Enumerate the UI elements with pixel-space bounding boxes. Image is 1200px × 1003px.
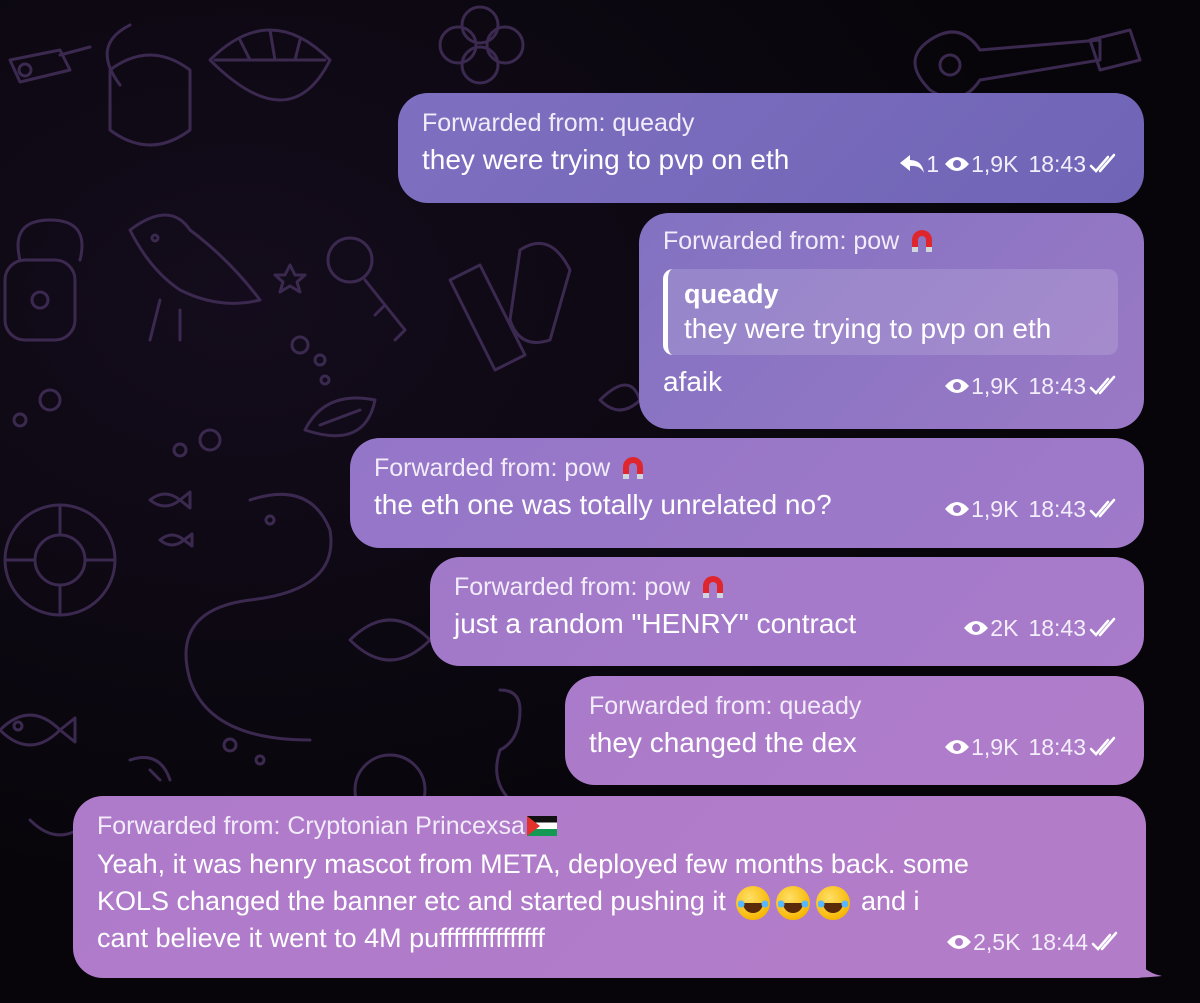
message-text: they changed the dex xyxy=(589,727,857,758)
message-meta: 1,9K 18:43 xyxy=(943,494,1118,524)
double-check-icon xyxy=(1089,498,1116,518)
message-text: just a random "HENRY" contract xyxy=(454,608,857,639)
message-text-line-2: KOLS changed the banner etc and started … xyxy=(97,883,1120,920)
forwarded-from-label[interactable]: Forwarded from: pow xyxy=(374,452,1118,484)
view-count: 1,9K xyxy=(971,151,1019,177)
message-bubble-4[interactable]: Forwarded from: pow just a random "HENRY… xyxy=(430,557,1144,666)
message-time: 18:43 xyxy=(1028,734,1086,760)
tears-of-joy-emoji-icon xyxy=(736,885,771,920)
double-check-icon xyxy=(1091,931,1118,951)
magnet-emoji-icon xyxy=(623,457,644,479)
quote-text: they were trying to pvp on eth xyxy=(684,313,1052,344)
eye-icon xyxy=(945,157,970,171)
eye-icon xyxy=(945,379,970,393)
tears-of-joy-emoji-icon xyxy=(776,885,811,920)
message-bubble-1[interactable]: Forwarded from: queady they were trying … xyxy=(398,93,1144,203)
view-count: 2,5K xyxy=(973,929,1021,955)
eye-icon xyxy=(945,502,970,516)
view-count: 1,9K xyxy=(971,734,1019,760)
message-text-line-4: cant believe it went to 4M pufffffffffff… xyxy=(97,923,545,953)
double-check-icon xyxy=(1089,375,1116,395)
eye-icon xyxy=(964,621,989,635)
message-bubble-3[interactable]: Forwarded from: pow the eth one was tota… xyxy=(350,438,1144,548)
forwarded-from-label[interactable]: Forwarded from: queady xyxy=(422,107,1118,139)
message-meta: 1,9K 18:43 xyxy=(943,371,1118,401)
message-text-line-1: Yeah, it was henry mascot from META, dep… xyxy=(97,849,969,879)
forwarded-from-label[interactable]: Forwarded from: pow xyxy=(454,571,1118,603)
message-bubble-6[interactable]: Forwarded from: Cryptonian Princexsa Yea… xyxy=(73,796,1146,978)
bubble-tail xyxy=(1130,948,1162,978)
message-time: 18:43 xyxy=(1028,151,1086,177)
double-check-icon xyxy=(1089,153,1116,173)
message-time: 18:43 xyxy=(1028,496,1086,522)
message-time: 18:44 xyxy=(1030,929,1088,955)
message-bubble-2[interactable]: Forwarded from: pow queady they were try… xyxy=(639,213,1144,429)
quote-author: queady xyxy=(684,279,779,309)
message-time: 18:43 xyxy=(1028,615,1086,641)
palestine-flag-icon xyxy=(526,816,557,836)
message-meta: 2,5K 18:44 xyxy=(945,927,1120,957)
magnet-emoji-icon xyxy=(703,576,724,598)
message-text: they were trying to pvp on eth xyxy=(422,144,790,175)
reply-quote[interactable]: queady they were trying to pvp on eth xyxy=(663,269,1118,355)
message-text: afaik xyxy=(663,366,723,397)
message-text: the eth one was totally unrelated no? xyxy=(374,489,832,520)
eye-icon xyxy=(947,935,972,949)
message-meta: 2K 18:43 xyxy=(962,613,1118,643)
view-count: 1,9K xyxy=(971,496,1019,522)
magnet-emoji-icon xyxy=(912,230,933,252)
message-bubble-5[interactable]: Forwarded from: queady they changed the … xyxy=(565,676,1144,785)
message-meta: 1,9K 18:43 xyxy=(943,732,1118,762)
view-count: 2K xyxy=(990,615,1019,641)
message-text: Yeah, it was henry mascot from META, dep… xyxy=(97,846,1120,957)
chat-view: Forwarded from: queady they were trying … xyxy=(0,0,1200,1003)
message-meta: 1 1,9K 18:43 xyxy=(898,149,1118,179)
forwarded-from-label[interactable]: Forwarded from: queady xyxy=(589,690,1118,722)
double-check-icon xyxy=(1089,736,1116,756)
reply-count: 1 xyxy=(926,151,940,177)
reply-arrow-icon xyxy=(900,155,925,173)
forwarded-from-label[interactable]: Forwarded from: Cryptonian Princexsa xyxy=(97,810,1120,842)
view-count: 1,9K xyxy=(971,373,1019,399)
eye-icon xyxy=(945,740,970,754)
forwarded-from-label[interactable]: Forwarded from: pow xyxy=(663,225,1118,257)
double-check-icon xyxy=(1089,617,1116,637)
tears-of-joy-emoji-icon xyxy=(816,885,851,920)
message-time: 18:43 xyxy=(1028,373,1086,399)
